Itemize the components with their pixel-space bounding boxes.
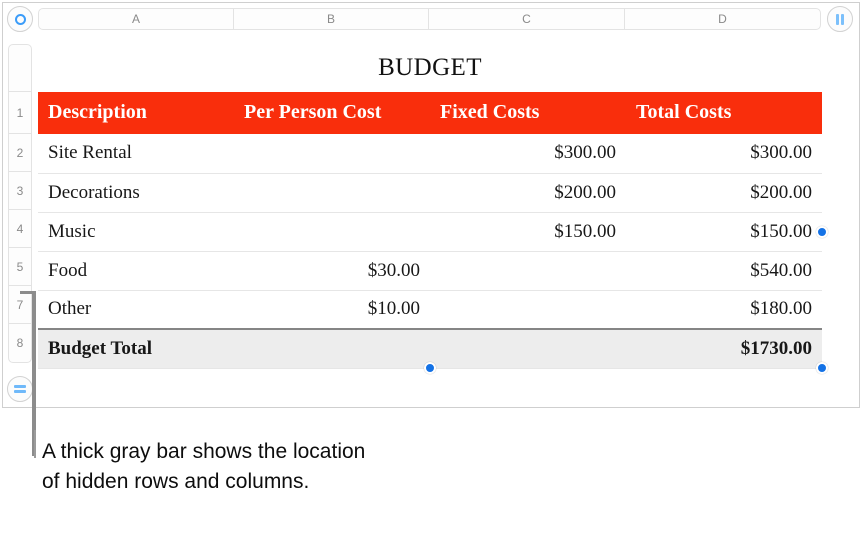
cell-per-person[interactable]: $30.00 xyxy=(234,251,430,291)
col-description[interactable]: Description xyxy=(38,92,234,134)
header-row: Description Per Person Cost Fixed Costs … xyxy=(38,92,822,134)
cell-fixed[interactable]: $150.00 xyxy=(430,212,626,252)
cell-per-person[interactable] xyxy=(234,212,430,252)
table-row[interactable]: Decorations $200.00 $200.00 xyxy=(38,173,822,213)
table-row[interactable]: Music $150.00 $150.00 xyxy=(38,212,822,252)
callout-leader-line xyxy=(34,430,36,458)
cell-total-fixed[interactable] xyxy=(430,328,626,369)
cell-fixed[interactable] xyxy=(430,251,626,291)
row-header-title[interactable] xyxy=(8,44,32,92)
row-header-4[interactable]: 4 xyxy=(8,209,32,248)
cell-per-person[interactable] xyxy=(234,173,430,213)
column-header-strip: A B C D xyxy=(38,8,822,30)
selection-handle-corner[interactable] xyxy=(816,362,828,374)
equals-bars-icon xyxy=(14,385,26,393)
selection-handle-right[interactable] xyxy=(816,226,828,238)
row-header-1[interactable]: 1 xyxy=(8,91,32,134)
cell-total-label[interactable]: Budget Total xyxy=(38,328,234,369)
cell-description[interactable]: Site Rental xyxy=(38,134,234,174)
column-header-a[interactable]: A xyxy=(38,8,234,30)
row-header-2[interactable]: 2 xyxy=(8,133,32,172)
row-header-5[interactable]: 5 xyxy=(8,247,32,286)
table-row[interactable]: Site Rental $300.00 $300.00 xyxy=(38,134,822,174)
circle-ring-icon xyxy=(14,13,26,25)
cell-total[interactable]: $540.00 xyxy=(626,251,822,291)
cell-total[interactable]: $180.00 xyxy=(626,290,822,330)
column-header-c[interactable]: C xyxy=(428,8,625,30)
table-title: BUDGET xyxy=(378,54,482,81)
cell-description[interactable]: Music xyxy=(38,212,234,252)
cell-total[interactable]: $200.00 xyxy=(626,173,822,213)
pause-bars-icon xyxy=(836,13,844,25)
cell-fixed[interactable]: $300.00 xyxy=(430,134,626,174)
cell-description[interactable]: Decorations xyxy=(38,173,234,213)
table-row[interactable]: Other $10.00 $180.00 xyxy=(38,290,822,330)
cell-fixed[interactable]: $200.00 xyxy=(430,173,626,213)
col-per-person-cost[interactable]: Per Person Cost xyxy=(234,92,430,134)
table-head: Description Per Person Cost Fixed Costs … xyxy=(38,92,822,134)
col-fixed-costs[interactable]: Fixed Costs xyxy=(430,92,626,134)
row-header-8[interactable]: 8 xyxy=(8,323,32,363)
budget-table: BUDGET Description Per Person Cost Fixed… xyxy=(38,44,822,369)
cell-per-person[interactable] xyxy=(234,134,430,174)
cell-description[interactable]: Other xyxy=(38,290,234,330)
table-row[interactable]: Food $30.00 $540.00 xyxy=(38,251,822,291)
hidden-columns-button[interactable] xyxy=(827,6,853,32)
cell-total-per-person[interactable] xyxy=(234,328,430,369)
select-all-button[interactable] xyxy=(7,6,33,32)
cell-description[interactable]: Food xyxy=(38,251,234,291)
callout-text: A thick gray bar shows the location of h… xyxy=(42,440,366,493)
budget-sheet: Description Per Person Cost Fixed Costs … xyxy=(38,92,822,369)
column-header-d[interactable]: D xyxy=(624,8,821,30)
column-header-b[interactable]: B xyxy=(233,8,429,30)
cell-fixed[interactable] xyxy=(430,290,626,330)
cell-total[interactable]: $150.00 xyxy=(626,212,822,252)
table-body: Site Rental $300.00 $300.00 Decorations … xyxy=(38,134,822,369)
cell-per-person[interactable]: $10.00 xyxy=(234,290,430,330)
hidden-rows-button[interactable] xyxy=(7,376,33,402)
selection-handle-bottom[interactable] xyxy=(424,362,436,374)
row-header-3[interactable]: 3 xyxy=(8,171,32,210)
screenshot-stage: A B C D 1 2 3 4 5 7 8 BUDGET Description… xyxy=(0,0,862,544)
cell-total-total[interactable]: $1730.00 xyxy=(626,328,822,369)
row-header-strip: 1 2 3 4 5 7 8 xyxy=(8,44,32,363)
col-total-costs[interactable]: Total Costs xyxy=(626,92,822,134)
cell-total[interactable]: $300.00 xyxy=(626,134,822,174)
